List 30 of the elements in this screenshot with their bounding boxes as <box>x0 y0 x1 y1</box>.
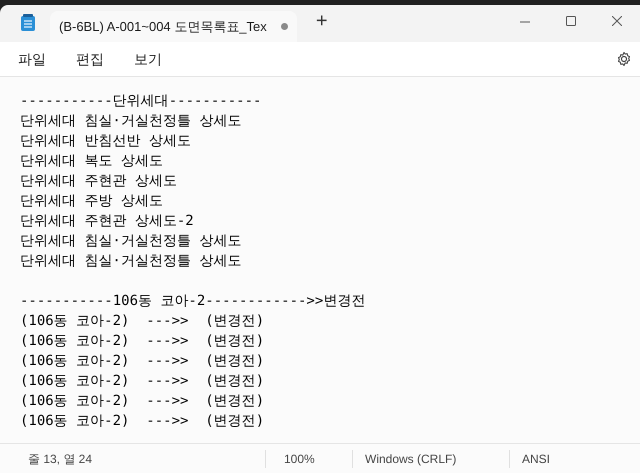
text-line: 단위세대 주방 상세도 <box>20 192 163 211</box>
menu-item[interactable]: 보기 <box>134 48 162 70</box>
document-tab[interactable]: (B-6BL) A-001~004 도면목록표_Tex <box>50 11 297 42</box>
text-line: 단위세대 침실·거실천정틀 상세도 <box>20 252 242 271</box>
text-line: -----------106동 코아-2------------>>변경전 <box>20 292 366 311</box>
text-line: (106동 코아-2) --->> (변경전) <box>20 352 264 371</box>
text-line: 단위세대 주현관 상세도-2 <box>20 212 194 231</box>
text-line: -----------단위세대----------- <box>20 92 262 111</box>
maximize-icon[interactable] <box>566 16 576 26</box>
text-line: 단위세대 침실·거실천정틀 상세도 <box>20 232 242 251</box>
close-icon[interactable] <box>612 16 622 26</box>
text-line: 단위세대 침실·거실천정틀 상세도 <box>20 112 242 131</box>
line-ending: Windows (CRLF) <box>352 450 509 468</box>
text-line: 단위세대 반침선반 상세도 <box>20 132 191 151</box>
text-line: (106동 코아-2) --->> (변경전) <box>20 412 264 431</box>
notepad-icon <box>20 14 36 32</box>
menu-item[interactable]: 파일 <box>18 48 46 70</box>
settings-icon[interactable] <box>616 51 632 67</box>
text-line: 단위세대 복도 상세도 <box>20 152 163 171</box>
text-line: (106동 코아-2) --->> (변경전) <box>20 372 264 391</box>
text-line: 단위세대 주현관 상세도 <box>20 172 177 191</box>
encoding: ANSI <box>509 450 550 468</box>
menu-item[interactable]: 편집 <box>76 48 104 70</box>
minimize-icon[interactable] <box>520 21 530 23</box>
cursor-position: 줄 13, 열 24 <box>27 450 94 468</box>
new-tab-button[interactable]: + <box>306 8 337 34</box>
text-line: (106동 코아-2) --->> (변경전) <box>20 332 264 351</box>
text-line: (106동 코아-2) --->> (변경전) <box>20 392 264 411</box>
text-line: (106동 코아-2) --->> (변경전) <box>20 312 264 331</box>
zoom-level: 100% <box>265 450 352 468</box>
